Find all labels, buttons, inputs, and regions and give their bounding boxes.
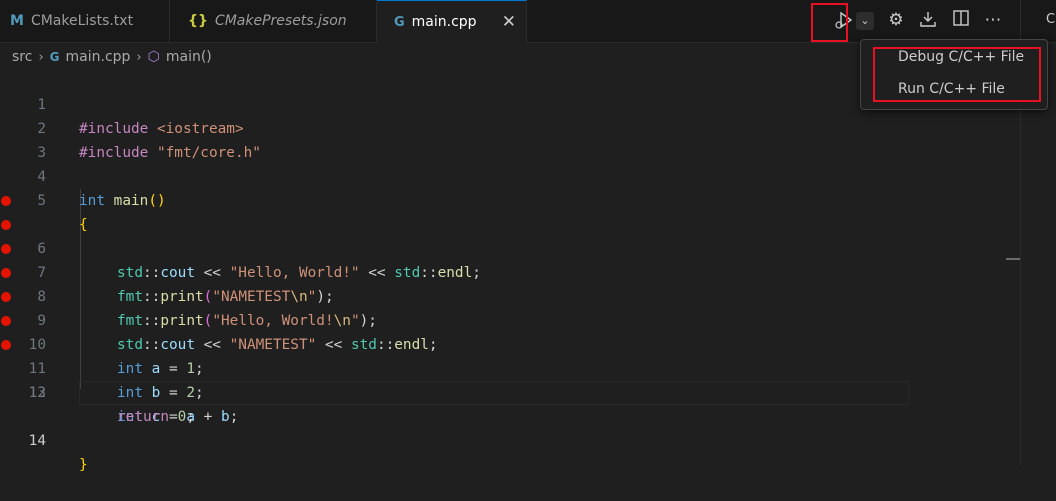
breakpoint-icon[interactable] [1,268,11,278]
code-line: 12 int c = a + b; [0,333,1000,425]
current-line-highlight [79,381,909,405]
download-icon[interactable] [917,9,939,31]
token: return [117,409,169,425]
tab-label: CMakePresets.json [214,13,347,29]
code-line: 9 std::cout << "NAMETEST" << std::endl; [0,261,1000,353]
breadcrumb-symbol[interactable]: main() [166,49,212,65]
code-line: 7 fmt::print("NAMETEST\n"); [0,213,1000,305]
symbol-method-icon: ⬡ [147,49,160,65]
code-editor[interactable]: 1 #include <iostream> 2 #include "fmt/co… [0,69,1005,473]
markdown-m-icon: M [10,13,24,29]
token: + [195,409,222,425]
token: ; [229,409,239,425]
token: b [221,409,230,425]
cpp-file-icon: G [394,14,405,30]
tab-label: CMakeLists.txt [30,13,134,29]
breakpoint-icon[interactable] [1,292,11,302]
breadcrumb: src › G main.cpp › ⬡ main() [12,46,218,68]
code-line: 4 int main() [0,141,1000,209]
tab-cmakelists[interactable]: M CMakeLists.txt [0,0,170,42]
breakpoint-icon[interactable] [1,316,11,326]
scrollbar-marker[interactable] [1006,258,1020,260]
code-line: 3 [0,117,1000,161]
breakpoint-icon[interactable] [1,220,11,230]
code-line: 11 int b = 2; [0,309,1000,401]
code-line: 6 std::cout << "Hello, World!" << std::e… [0,189,1000,281]
split-editor-icon[interactable] [950,9,972,31]
gear-icon[interactable]: ⚙ [885,9,907,31]
highlight-box-run [811,3,848,42]
code-line: 10 int a = 1; [0,285,1000,377]
more-actions-icon[interactable]: ⋯ [982,9,1004,31]
breakpoint-icon[interactable] [1,340,11,350]
code-line: 1 #include <iostream> [0,69,1000,137]
breakpoint-icon[interactable] [1,196,11,206]
chevron-right-icon: › [136,49,142,65]
token: ; [186,409,195,425]
code-line: 2 #include "fmt/core.h" [0,93,1000,161]
breadcrumb-folder[interactable]: src [12,49,32,65]
breakpoint-icon[interactable] [1,244,11,254]
chevron-right-icon: › [38,49,44,65]
code-line: 8 fmt::print("Hello, World!\n"); [0,237,1000,329]
highlight-box-menu [873,47,1041,102]
tab-cmakepresets[interactable]: {} CMakePresets.json [170,0,377,42]
breadcrumb-file[interactable]: main.cpp [66,49,131,65]
tab-label: main.cpp [411,14,477,30]
code-line-current: 14 } [0,381,1000,473]
cpp-file-icon: G [49,50,60,64]
code-line: 13 return 0; [0,357,1000,425]
chevron-down-icon[interactable]: ⌄ [856,12,874,30]
code-line: 5 { [0,165,1000,233]
json-braces-icon: {} [188,13,208,29]
line-number: 14 [28,433,46,449]
tab-main-cpp[interactable]: G main.cpp ✕ [377,0,527,43]
right-panel-text: C [1046,12,1056,27]
token: } [79,457,88,473]
close-icon[interactable]: ✕ [502,12,516,32]
